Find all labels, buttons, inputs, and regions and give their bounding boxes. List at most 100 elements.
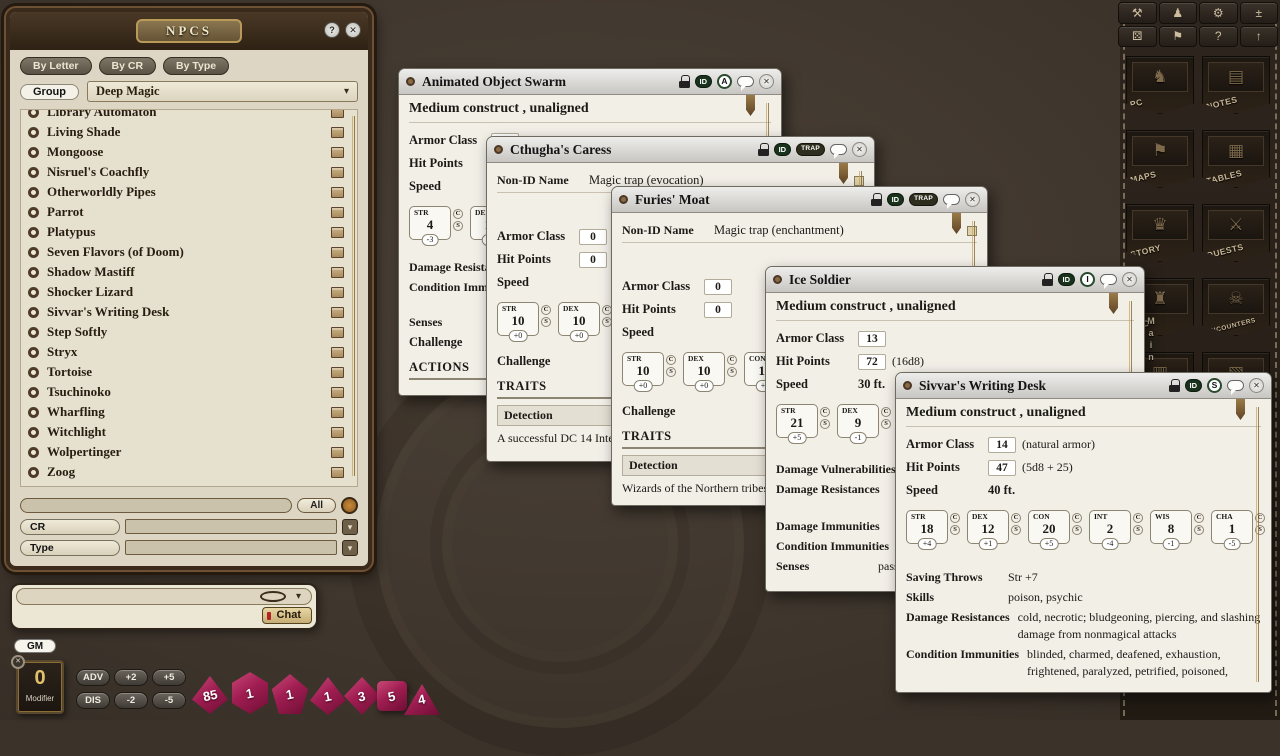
scrollbar[interactable] xyxy=(352,116,355,476)
npc-link-icon[interactable] xyxy=(331,407,344,418)
ability-box[interactable]: DEX12+1 xyxy=(967,510,1009,544)
sidebar-banner-maps[interactable]: ⚑MAPS xyxy=(1126,130,1194,188)
npc-link-icon[interactable] xyxy=(331,187,344,198)
ability-check-button[interactable]: C xyxy=(950,513,960,523)
close-button[interactable]: ✕ xyxy=(852,142,867,157)
chat-mode-dropdown[interactable]: ▾ xyxy=(16,588,312,605)
npcs-titlebar[interactable]: NPCS ? ✕ xyxy=(10,12,368,50)
armor-class-value[interactable]: 0 xyxy=(704,279,732,295)
list-item[interactable]: Living Shade xyxy=(24,122,354,142)
npc-link-icon[interactable] xyxy=(331,267,344,278)
chat-input[interactable] xyxy=(16,608,260,623)
sidebar-banner-pc[interactable]: ♞PC xyxy=(1126,56,1194,114)
type-dropdown-button[interactable]: ▾ xyxy=(342,540,358,556)
d6-die[interactable]: 5 xyxy=(377,681,407,711)
list-item[interactable]: Shadow Mastiff xyxy=(24,262,354,282)
npc-link-icon[interactable] xyxy=(331,307,344,318)
gm-identity-label[interactable]: GM xyxy=(14,639,56,653)
type-filter-input[interactable] xyxy=(125,540,337,555)
tool-characters-button[interactable]: ♟ xyxy=(1159,2,1198,24)
window-header[interactable]: Furies' MoatIDTRAP✕ xyxy=(612,187,987,213)
npc-link-icon[interactable] xyxy=(331,447,344,458)
list-item[interactable]: Nisruel's Coachfly xyxy=(24,162,354,182)
lock-icon[interactable] xyxy=(679,75,690,88)
ability-save-button[interactable]: S xyxy=(950,525,960,535)
ability-box[interactable]: STR10+0 xyxy=(622,352,664,386)
lock-icon[interactable] xyxy=(871,193,882,206)
sidebar-banner-tables[interactable]: ▦TABLES xyxy=(1202,130,1270,188)
help-button[interactable]: ? xyxy=(324,22,340,38)
list-item[interactable]: Zoog xyxy=(24,462,354,482)
lock-icon[interactable] xyxy=(1169,379,1180,392)
tab-by-cr[interactable]: By CR xyxy=(99,57,157,75)
ability-check-button[interactable]: C xyxy=(881,407,891,417)
dis-button[interactable]: DIS xyxy=(76,692,110,709)
ability-save-button[interactable]: S xyxy=(1011,525,1021,535)
ability-box[interactable]: STR21+5 xyxy=(776,404,818,438)
hit-points-value[interactable]: 47 xyxy=(988,460,1016,476)
adv-button[interactable]: ADV xyxy=(76,669,110,686)
group-dropdown[interactable]: Deep Magic ▾ xyxy=(87,81,358,102)
npc-link-icon[interactable] xyxy=(331,467,344,478)
close-button[interactable]: ✕ xyxy=(965,192,980,207)
skills-value[interactable]: poison, psychic xyxy=(1008,589,1261,606)
tool-modifiers-button[interactable]: ± xyxy=(1240,2,1279,24)
list-item[interactable]: Parrot xyxy=(24,202,354,222)
window-header[interactable]: Animated Object SwarmIDA✕ xyxy=(399,69,781,95)
list-item[interactable]: Mongoose xyxy=(24,142,354,162)
tab-by-type[interactable]: By Type xyxy=(163,57,229,75)
list-item[interactable]: Wolpertinger xyxy=(24,442,354,462)
id-badge[interactable]: ID xyxy=(1058,273,1076,287)
chat-bubble-icon[interactable] xyxy=(943,194,960,205)
sidebar-banner-notes[interactable]: ▤NOTES xyxy=(1202,56,1270,114)
armor-class-value[interactable]: 14 xyxy=(988,437,1016,453)
speed-value[interactable]: 30 ft. xyxy=(858,377,885,392)
list-item[interactable]: Library Automaton xyxy=(24,109,354,122)
sidebar-banner-encounters[interactable]: ☠ENCOUNTERS xyxy=(1202,278,1270,336)
id-badge[interactable]: ID xyxy=(887,193,905,207)
tool-hammer-button[interactable]: ⚒ xyxy=(1118,2,1157,24)
ability-check-button[interactable]: C xyxy=(666,355,676,365)
npc-link-icon[interactable] xyxy=(331,147,344,158)
tool-flag-button[interactable]: ⚑ xyxy=(1159,26,1198,48)
npc-link-icon[interactable] xyxy=(331,167,344,178)
ability-save-button[interactable]: S xyxy=(881,419,891,429)
tool-dice-button[interactable]: ⚄ xyxy=(1118,26,1157,48)
modifier-reset-button[interactable]: ✕ xyxy=(11,655,25,669)
hit-points-value[interactable]: 0 xyxy=(579,252,607,268)
close-button[interactable]: ✕ xyxy=(759,74,774,89)
close-button[interactable]: ✕ xyxy=(345,22,361,38)
window-header[interactable]: Cthugha's CaressIDTRAP✕ xyxy=(487,137,874,163)
ability-save-button[interactable]: S xyxy=(453,221,463,231)
chat-bubble-icon[interactable] xyxy=(737,76,754,87)
list-item[interactable]: Tsuchinoko xyxy=(24,382,354,402)
ability-check-button[interactable]: C xyxy=(541,305,551,315)
speed-value[interactable]: 40 ft. xyxy=(988,483,1015,498)
modifier-box[interactable]: ✕ 0 Modifier xyxy=(16,660,64,714)
ability-check-button[interactable]: C xyxy=(453,209,463,219)
list-item[interactable]: Tortoise xyxy=(24,362,354,382)
hit-points-value[interactable]: 0 xyxy=(704,302,732,318)
lock-icon[interactable] xyxy=(758,143,769,156)
2-button[interactable]: +2 xyxy=(114,669,148,686)
tool-pointer-button[interactable]: ↑ xyxy=(1240,26,1279,48)
npc-link-icon[interactable] xyxy=(331,287,344,298)
window-header[interactable]: Ice SoldierIDI✕ xyxy=(766,267,1144,293)
sidebar-banner-quests[interactable]: ⚔QUESTS xyxy=(1202,204,1270,262)
id-badge[interactable]: ID xyxy=(695,75,713,89)
window-header[interactable]: Sivvar's Writing DeskIDS✕ xyxy=(896,373,1271,399)
ability-check-button[interactable]: C xyxy=(1072,513,1082,523)
sidebar-banner-story[interactable]: ♛STORY xyxy=(1126,204,1194,262)
ability-check-button[interactable]: C xyxy=(820,407,830,417)
tool-options-button[interactable]: ⚙ xyxy=(1199,2,1238,24)
ability-box[interactable]: INT2-4 xyxy=(1089,510,1131,544)
cr-filter-input[interactable] xyxy=(125,519,337,534)
chat-bubble-icon[interactable] xyxy=(1100,274,1117,285)
npc-link-icon[interactable] xyxy=(331,367,344,378)
edit-button[interactable] xyxy=(341,497,358,514)
ability-check-button[interactable]: C xyxy=(1194,513,1204,523)
npc-link-icon[interactable] xyxy=(331,207,344,218)
list-item[interactable]: Otherworldly Pipes xyxy=(24,182,354,202)
hit-points-value[interactable]: 72 xyxy=(858,354,886,370)
ability-save-button[interactable]: S xyxy=(666,367,676,377)
